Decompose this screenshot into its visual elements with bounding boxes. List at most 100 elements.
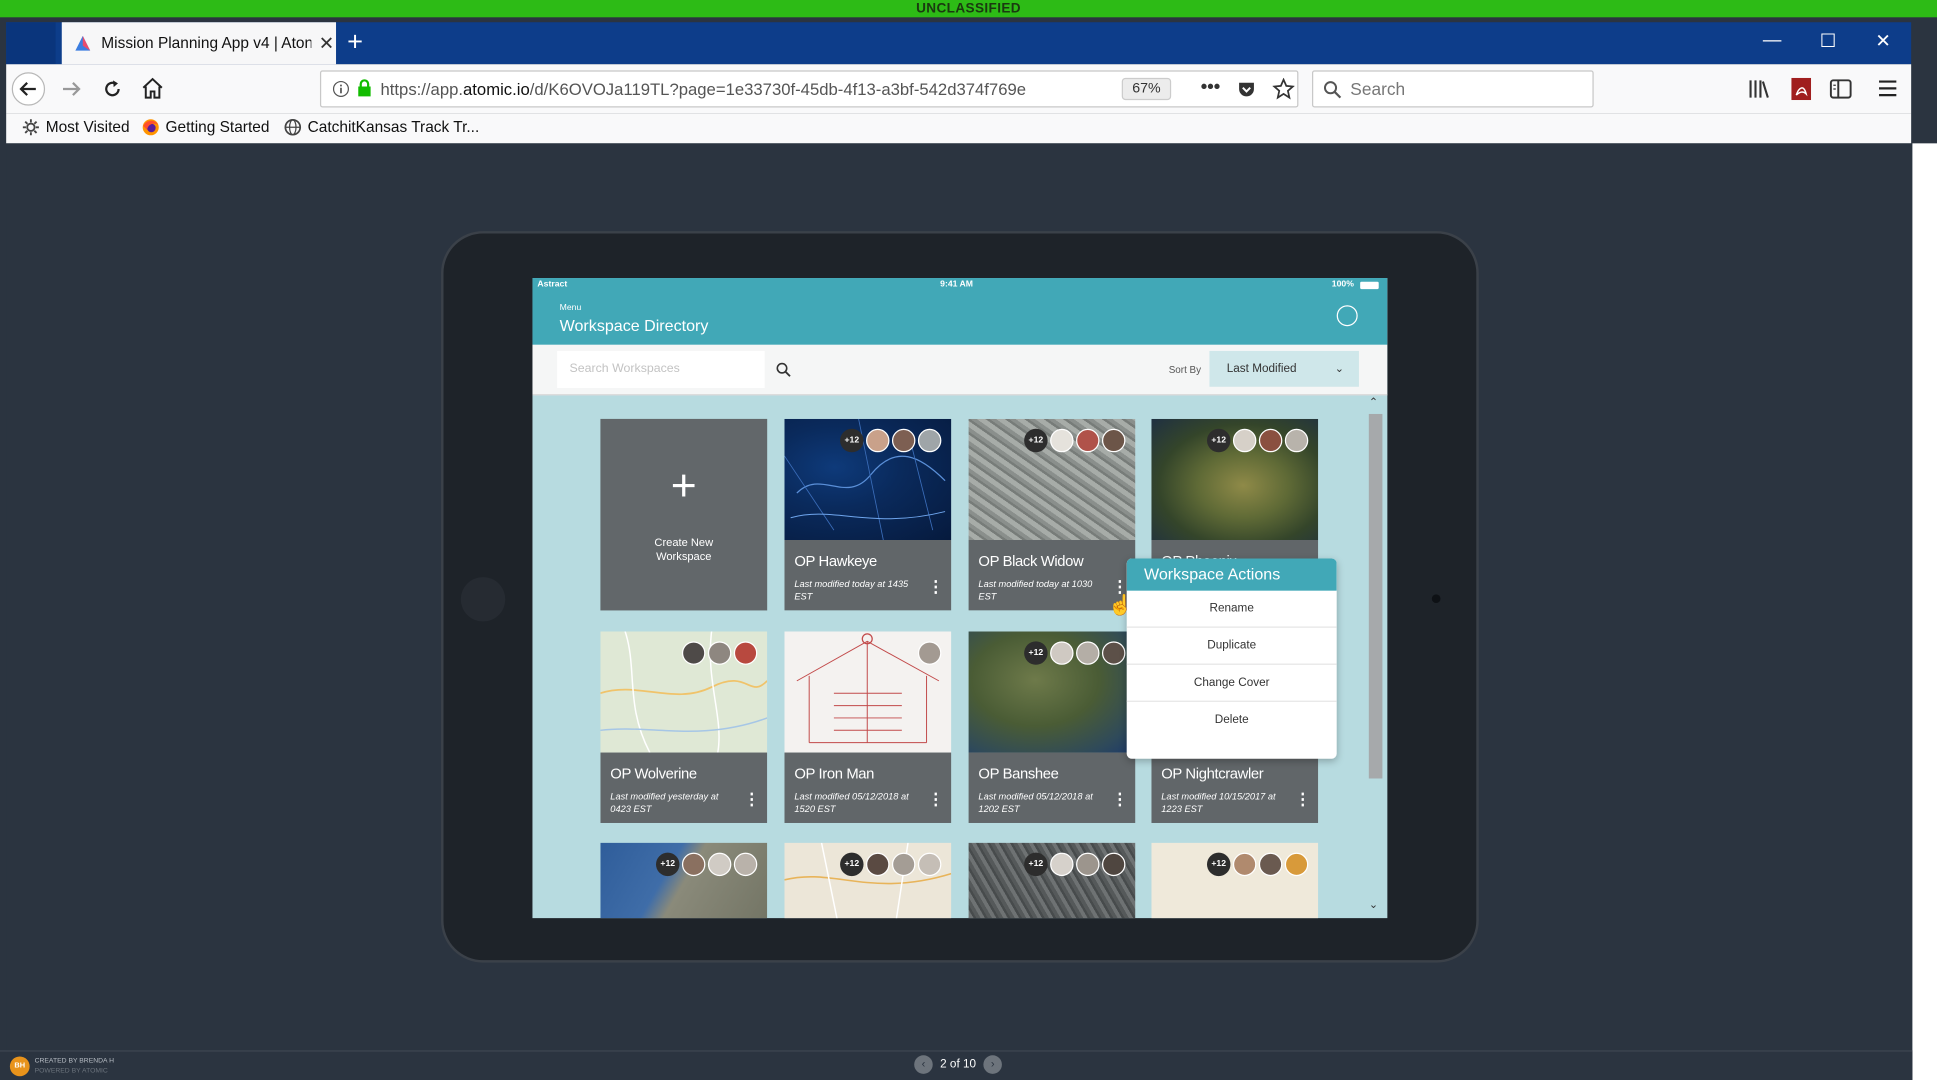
page-title: Workspace Directory — [559, 316, 709, 335]
profile-icon[interactable] — [1336, 305, 1358, 327]
collaborator-avatars: +12 — [1206, 852, 1309, 877]
browser-search-input[interactable]: Search — [1311, 70, 1594, 108]
reload-icon[interactable] — [101, 78, 123, 100]
workspace-name: OP Black Widow — [978, 552, 1084, 570]
previous-page-icon[interactable]: ‹ — [914, 1055, 933, 1074]
library-icon[interactable] — [1748, 78, 1770, 100]
avatar — [1232, 428, 1257, 453]
sort-label: Sort By — [1168, 364, 1202, 376]
avatar — [891, 428, 916, 453]
bookmark-getting-started[interactable]: Getting Started — [142, 119, 269, 136]
scrollbar-thumb[interactable] — [1368, 413, 1383, 779]
avatar — [917, 852, 942, 877]
avatar — [1076, 641, 1100, 665]
zoom-level[interactable]: 67% — [1121, 77, 1172, 101]
more-options-icon[interactable]: ⋮ — [928, 791, 944, 807]
workspace-card[interactable]: +12 — [600, 842, 768, 919]
workspace-card[interactable]: +12 OP Black Widow Last modified today a… — [968, 418, 1136, 611]
workspace-card[interactable]: +12 OP Banshee Last modified 05/12/2018 … — [968, 631, 1136, 823]
menu-link[interactable]: Menu — [560, 304, 582, 313]
more-options-icon[interactable]: ⋮ — [1112, 578, 1128, 594]
collaborator-avatars — [917, 641, 942, 665]
workspace-card[interactable]: +12 — [1151, 842, 1319, 919]
workspace-search-input[interactable]: Search Workspaces — [557, 350, 765, 389]
window-close-icon[interactable]: ✕ — [1875, 30, 1891, 52]
powered-by: POWERED BY ATOMIC — [34, 1067, 108, 1076]
creator-avatar: BH — [9, 1056, 30, 1077]
maximize-icon[interactable]: ☐ — [1820, 30, 1837, 52]
more-options-icon[interactable]: ⋮ — [928, 578, 944, 594]
workspace-card[interactable]: OP Iron Man Last modified 05/12/2018 at … — [784, 631, 952, 823]
sidebar-icon[interactable] — [1829, 79, 1852, 99]
create-workspace-card[interactable]: + Create New Workspace — [600, 418, 768, 611]
next-page-icon[interactable]: › — [983, 1055, 1002, 1074]
home-icon[interactable] — [141, 77, 164, 100]
avatar — [1050, 641, 1074, 665]
browser-search-placeholder: Search — [1350, 79, 1406, 99]
credit-text: CREATED BY BRENDA H POWERED BY ATOMIC — [35, 1057, 114, 1077]
minimize-icon[interactable]: — — [1763, 30, 1782, 51]
bookmark-most-visited[interactable]: Most Visited — [22, 119, 130, 136]
workspace-actions-menu: Workspace Actions Rename Duplicate Chang… — [1126, 558, 1337, 759]
bookmark-catchitkansas[interactable]: CatchitKansas Track Tr... — [284, 119, 479, 136]
scroll-up-icon[interactable]: ⌃ — [1369, 395, 1378, 409]
more-options-icon[interactable]: ⋮ — [744, 791, 760, 807]
change-cover-action[interactable]: Change Cover — [1126, 665, 1337, 702]
avatar — [917, 641, 942, 665]
duplicate-action[interactable]: Duplicate — [1126, 628, 1337, 665]
avatar — [866, 852, 890, 877]
more-options-icon[interactable]: ⋮ — [1112, 791, 1128, 807]
scrollbar[interactable]: ⌃ ⌄ — [1366, 395, 1383, 916]
url-text: https://app.atomic.io/d/K6OVOJa119TL?pag… — [381, 80, 1027, 99]
pocket-icon[interactable] — [1237, 79, 1257, 99]
status-time: 9:41 AM — [940, 280, 973, 290]
workspace-modified: Last modified 05/12/2018 at 1520 EST — [794, 790, 909, 815]
collaborator-avatars: +12 — [1024, 852, 1126, 877]
scroll-down-icon[interactable]: ⌄ — [1369, 898, 1378, 912]
workspace-actions-title: Workspace Actions — [1126, 558, 1337, 591]
workspace-card[interactable]: +12 — [968, 842, 1136, 919]
more-collaborators-badge: +12 — [1024, 641, 1048, 665]
more-options-icon[interactable]: ⋮ — [1295, 791, 1311, 807]
workspace-name: OP Nightcrawler — [1161, 764, 1264, 783]
delete-action[interactable]: Delete — [1127, 702, 1337, 739]
avatar — [917, 428, 942, 453]
app-screen: Astract 9:41 AM 100% Menu Workspace Dire… — [532, 278, 1388, 919]
tablet-frame: Astract 9:41 AM 100% Menu Workspace Dire… — [441, 231, 1479, 963]
sort-select[interactable]: Last Modified ⌄ — [1209, 350, 1359, 387]
avatar — [733, 852, 758, 877]
battery-icon — [1360, 281, 1379, 290]
info-icon[interactable] — [332, 80, 350, 98]
pdf-icon[interactable] — [1791, 77, 1812, 101]
more-collaborators-badge: +12 — [1024, 852, 1048, 877]
browser-tab[interactable]: Mission Planning App v4 | Aton ✕ — [61, 22, 337, 65]
browser-toolbar: https://app.atomic.io/d/K6OVOJa119TL?pag… — [6, 64, 1912, 114]
collaborator-avatars: +12 — [840, 852, 942, 877]
rename-action[interactable]: Rename — [1126, 591, 1337, 628]
workspace-card[interactable]: OP Wolverine Last modified yesterday at … — [600, 631, 768, 823]
more-collaborators-badge: +12 — [840, 428, 864, 453]
collaborator-avatars: +12 — [655, 852, 758, 877]
avatar — [1284, 428, 1309, 453]
avatar — [681, 852, 706, 877]
classification-banner: UNCLASSIFIED — [0, 0, 1937, 18]
page-actions-icon[interactable]: ••• — [1201, 77, 1220, 98]
menu-icon[interactable] — [1878, 79, 1898, 98]
search-icon[interactable] — [776, 362, 791, 377]
back-icon[interactable] — [11, 72, 46, 107]
forward-icon[interactable] — [61, 78, 83, 100]
avatar — [681, 641, 706, 665]
workspace-card[interactable]: +12 OP Hawkeye Last modified today at 14… — [784, 418, 952, 611]
workspace-name: OP Hawkeye — [794, 552, 877, 570]
workspace-name: OP Banshee — [978, 764, 1059, 783]
tab-close-icon[interactable]: ✕ — [319, 32, 335, 54]
workspace-card[interactable]: +12 — [784, 842, 952, 919]
collaborator-avatars: +12 — [1024, 428, 1126, 453]
new-tab-icon[interactable]: + — [347, 28, 363, 55]
workspace-name: OP Iron Man — [794, 764, 875, 783]
avatar — [1258, 852, 1283, 877]
bookmark-star-icon[interactable] — [1272, 77, 1295, 100]
more-collaborators-badge: +12 — [1206, 428, 1231, 453]
sort-value: Last Modified — [1226, 362, 1297, 376]
address-bar[interactable]: https://app.atomic.io/d/K6OVOJa119TL?pag… — [319, 70, 1299, 108]
